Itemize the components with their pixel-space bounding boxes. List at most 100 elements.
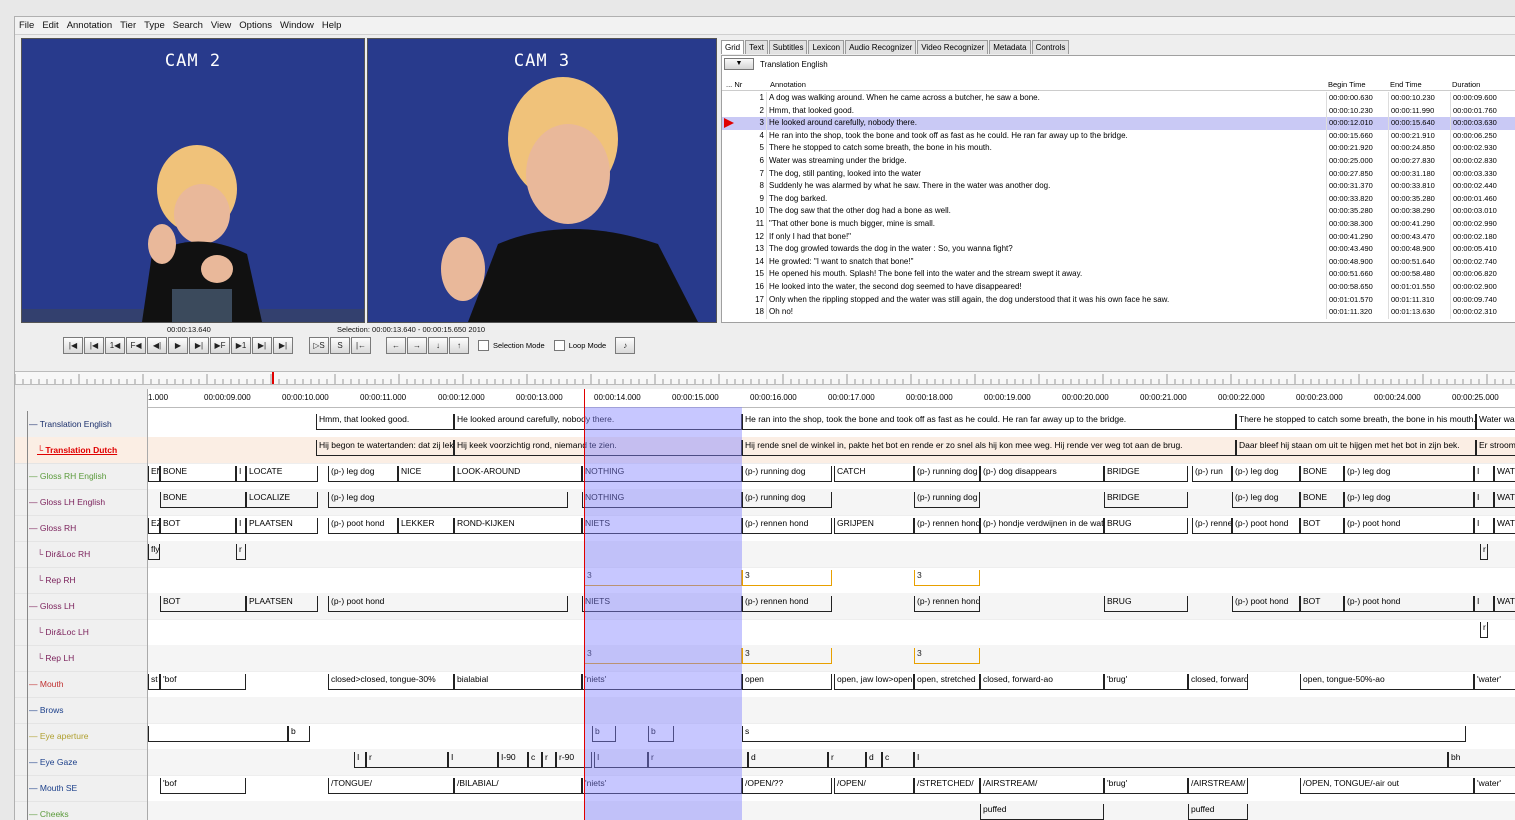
annotation[interactable]: puffed — [980, 804, 1104, 820]
player-button-10[interactable]: ▶| — [273, 336, 293, 354]
annotation[interactable]: r — [236, 544, 246, 560]
annotation[interactable]: 'brug' — [1104, 674, 1188, 690]
annotation[interactable]: EZ — [148, 518, 160, 534]
annotation[interactable]: Er stroomde water onder de brug. — [1476, 440, 1515, 456]
player-button-1[interactable]: |◀ — [84, 336, 104, 354]
annotation[interactable]: LOOK-AROUND — [454, 466, 582, 482]
menu-help[interactable]: Help — [318, 20, 346, 31]
annotation[interactable]: WATER — [1494, 492, 1515, 508]
annotation[interactable]: BRIDGE — [1104, 466, 1188, 482]
annotation[interactable]: (p-) leg dog — [1344, 492, 1474, 508]
annotation[interactable]: Water was streaming under the bridge. — [1476, 414, 1515, 430]
annotation[interactable]: WATER — [1494, 596, 1515, 612]
annotation[interactable]: open, jaw low>open — [834, 674, 914, 690]
tier-name-cheeks[interactable]: — Cheeks — [15, 801, 147, 820]
video-cam3[interactable]: CAM 3 — [367, 38, 717, 323]
selection-button-0[interactable]: ▷S — [309, 336, 329, 354]
annotation[interactable]: r — [1480, 544, 1488, 560]
annotation[interactable]: bh — [1448, 752, 1515, 768]
annotation[interactable]: r — [828, 752, 866, 768]
annotation[interactable]: Hij rende snel de winkel in, pakte het b… — [742, 440, 1236, 456]
player-button-9[interactable]: ▶| — [252, 336, 272, 354]
annotation[interactable]: (p-) leg dog — [328, 466, 398, 482]
annotation[interactable]: /OPEN/?? — [742, 778, 832, 794]
grid-row[interactable]: 18 Oh no! 00:01:11.320 00:01:13.630 00:00:02… — [722, 306, 1515, 319]
tier-name-translation-english[interactable]: — Translation English — [15, 411, 147, 438]
player-button-7[interactable]: ▶F — [210, 336, 230, 354]
annotation[interactable]: d — [748, 752, 828, 768]
grid-row[interactable]: 15 He opened his mouth. Splash! The bone … — [722, 268, 1515, 281]
grid-row[interactable]: 7 The dog, still panting, looked into the… — [722, 167, 1515, 181]
annotation[interactable]: (p-) rennen hond — [914, 596, 980, 612]
tier-name-rep-lh[interactable]: └ Rep LH — [15, 645, 147, 672]
annotation[interactable]: CATCH — [834, 466, 914, 482]
annotation[interactable]: Daar bleef hij staan om uit te hijgen me… — [1236, 440, 1476, 456]
menu-file[interactable]: File — [15, 20, 38, 31]
annotation[interactable]: 3 — [742, 570, 832, 586]
annotation[interactable]: /OPEN/ — [834, 778, 914, 794]
annotation[interactable]: EN — [148, 466, 160, 482]
annotation[interactable]: GRIJPEN — [834, 518, 914, 534]
tab-subtitles[interactable]: Subtitles — [768, 40, 808, 54]
selection-button-4[interactable]: → — [407, 336, 427, 354]
tier-name-gloss-rh[interactable]: — Gloss RH — [15, 515, 147, 542]
menu-tier[interactable]: Tier — [116, 20, 140, 31]
menu-options[interactable]: Options — [235, 20, 276, 31]
annotation[interactable]: (p-) run — [1192, 466, 1232, 482]
loop-mode-checkbox[interactable] — [553, 339, 565, 351]
annotation[interactable]: BONE — [160, 466, 236, 482]
menu-type[interactable]: Type — [140, 20, 169, 31]
annotation[interactable]: LOCATE — [246, 466, 318, 482]
tab-lexicon[interactable]: Lexicon — [808, 40, 845, 54]
tab-video-recognizer[interactable]: Video Recognizer — [917, 40, 989, 54]
tier-dropdown-icon[interactable]: ▼ — [724, 58, 754, 70]
annotation[interactable]: Hmm, that looked good. — [316, 414, 454, 430]
selection-button-3[interactable]: ← — [386, 336, 406, 354]
tier-name-eye-aperture[interactable]: — Eye aperture — [15, 723, 147, 750]
tab-grid[interactable]: Grid — [721, 40, 745, 54]
annotation[interactable]: /OPEN, TONGUE/-air out — [1300, 778, 1474, 794]
annotation[interactable]: ROND-KIJKEN — [454, 518, 582, 534]
annotation[interactable]: d — [866, 752, 882, 768]
tab-metadata[interactable]: Metadata — [989, 40, 1031, 54]
annotation[interactable]: c — [528, 752, 542, 768]
grid-row[interactable]: 1A dog was walking around. When he came … — [722, 92, 1515, 105]
tier-selector[interactable]: ▼ Translation English — [724, 58, 828, 70]
grid-row[interactable]: 11 "That other bone is much bigger, mine … — [722, 218, 1515, 231]
grid-row[interactable]: 4 He ran into the shop, took the bone and… — [722, 129, 1515, 143]
annotation[interactable]: c — [882, 752, 914, 768]
selection-button-5[interactable]: ↓ — [428, 336, 448, 354]
annotation[interactable]: /AIRSTREAM/ — [1188, 778, 1248, 794]
annotation[interactable]: BONE — [1300, 492, 1344, 508]
annotation[interactable]: I — [1474, 466, 1494, 482]
annotation[interactable]: BONE — [160, 492, 246, 508]
annotation[interactable]: (p-) poot hond — [1344, 518, 1474, 534]
player-button-2[interactable]: 1◀ — [105, 336, 125, 354]
annotation[interactable]: 'bof — [160, 674, 246, 690]
tier-name-brows[interactable]: — Brows — [15, 697, 147, 724]
annotation[interactable]: I — [914, 752, 1448, 768]
annotation[interactable]: (p-) dog disappears — [980, 466, 1104, 482]
annotation[interactable]: (p-) leg dog — [1232, 492, 1300, 508]
grid-row[interactable]: 6 Water was streaming under the bridge. 00… — [722, 155, 1515, 168]
annotation[interactable]: closed>closed, tongue-30% — [328, 674, 454, 690]
annotation[interactable]: (p-) rennen — [1192, 518, 1232, 534]
annotation[interactable]: LEKKER — [398, 518, 454, 534]
selection-button-6[interactable]: ↑ — [449, 336, 469, 354]
annotation[interactable]: (p-) running dog — [742, 466, 832, 482]
annotation[interactable]: (p-) hondje verdwijnen in de water — [980, 518, 1104, 534]
annotation[interactable]: r — [542, 752, 556, 768]
annotation[interactable]: (p-) leg dog — [328, 492, 568, 508]
tab-text[interactable]: Text — [745, 40, 768, 54]
annotation[interactable]: r — [366, 752, 448, 768]
grid-row[interactable]: 3 He looked around carefully, nobody ther… — [722, 117, 1515, 130]
grid-row[interactable]: 2 Hmm, that looked good. 00:00:10.230 00:00… — [722, 104, 1515, 118]
annotation[interactable]: (p-) poot hond — [328, 518, 398, 534]
grid-row[interactable]: 13 The dog growled towards the dog in the… — [722, 243, 1515, 256]
overview-ruler[interactable] — [15, 371, 1515, 385]
annotation[interactable]: (p-) running dog — [742, 492, 832, 508]
menu-view[interactable]: View — [207, 20, 235, 31]
player-button-5[interactable]: ▶ — [168, 336, 188, 354]
tab-controls[interactable]: Controls — [1031, 40, 1070, 54]
annotation[interactable]: (p-) rennen hond — [914, 518, 980, 534]
